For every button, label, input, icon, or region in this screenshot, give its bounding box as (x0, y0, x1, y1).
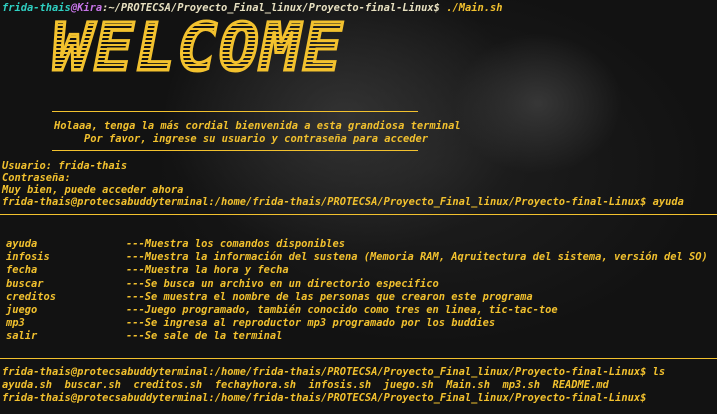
help-divider-bottom (0, 358, 717, 359)
login-success-line: Muy bien, puede acceder ahora (2, 184, 184, 196)
command-name: infosis (6, 251, 50, 264)
banner-line-2: Por favor, ingrese su usuario y contrase… (84, 133, 429, 145)
login-user-line: Usuario: frida-thais (2, 160, 128, 172)
list-item: mp3 ---Se ingresa al reproductor mp3 prog… (6, 317, 708, 330)
welcome-banner-art: WELCOME (50, 8, 380, 88)
prompt-command: ayuda (652, 196, 684, 208)
command-desc: ---Muestra la hora y fecha (126, 264, 289, 277)
ls-output: ayuda.sh buscar.sh creditos.sh fechayhor… (2, 379, 609, 391)
command-desc: ---Se muestra el nombre de las personas … (126, 290, 533, 303)
command-name: salir (6, 330, 38, 343)
list-item: juego ---Juego programado, también conoci… (6, 304, 708, 317)
command-name: fecha (6, 264, 38, 277)
command-name: buscar (6, 277, 44, 290)
command-desc: ---Muestra los comandos disponibles (126, 238, 345, 250)
banner-divider-top (52, 111, 418, 112)
list-item: creditos ---Se muestra el nombre de las p… (6, 291, 708, 304)
command-name: mp3 (6, 317, 25, 330)
list-item: ayuda ---Muestra los comandos disponibles (6, 238, 708, 251)
welcome-text: WELCOME (52, 12, 344, 82)
help-command-list: ayuda ---Muestra los comandos disponibles… (6, 238, 708, 344)
prompt-text: frida-thais@protecsabuddyterminal:/home/… (2, 392, 647, 404)
command-desc: ---Se sale de la terminal (126, 330, 283, 343)
command-desc: ---Muestra la información del sustena (M… (126, 251, 708, 264)
prompt-text: frida-thais@protecsabuddyterminal:/home/… (2, 366, 647, 378)
command-name: juego (6, 304, 38, 317)
banner-divider-bottom (52, 150, 418, 151)
command-name: creditos (6, 290, 57, 303)
command-desc: ---Se ingresa al reproductor mp3 program… (126, 317, 496, 330)
prompt-command: ls (652, 366, 666, 378)
prompt-command: ./Main.sh (446, 2, 503, 14)
list-item: salir ---Se sale de la terminal (6, 330, 708, 343)
list-item: buscar ---Se busca un archivo en un direc… (6, 278, 708, 291)
welcome-art-svg: WELCOME (51, 8, 344, 88)
command-name: ayuda (6, 238, 38, 250)
list-item: infosis ---Muestra la información del sus… (6, 251, 708, 264)
prompt-text: frida-thais@protecsabuddyterminal:/home/… (2, 196, 647, 208)
banner-line-1: Holaaa, tenga la más cordial bienvenida … (54, 120, 461, 132)
prompt-ls-line: frida-thais@protecsabuddyterminal:/home/… (2, 366, 665, 378)
command-desc: ---Se busca un archivo en un directorio … (126, 277, 439, 290)
login-password-line: Contraseña: (2, 172, 71, 184)
prompt-ayuda-line: frida-thais@protecsabuddyterminal:/home/… (2, 196, 684, 208)
current-prompt-line[interactable]: frida-thais@protecsabuddyterminal:/home/… (2, 392, 646, 404)
help-divider-top (0, 214, 717, 215)
list-item: fecha ---Muestra la hora y fecha (6, 264, 708, 277)
command-desc: ---Juego programado, también conocido co… (126, 304, 558, 317)
